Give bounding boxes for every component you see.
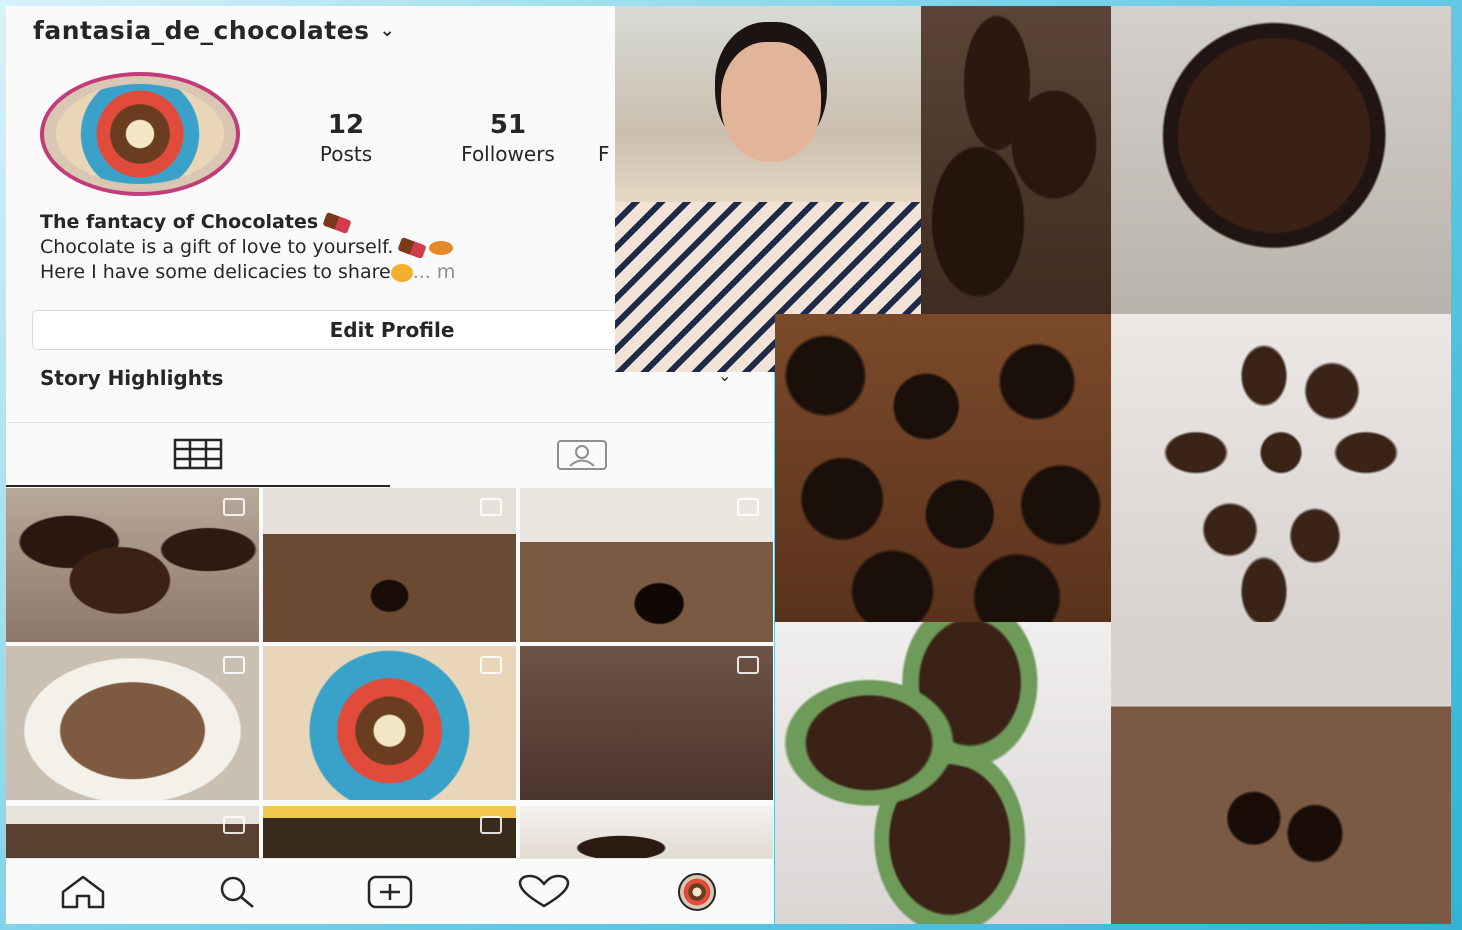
multiple-photos-icon [223, 816, 245, 834]
post-thumbnail[interactable] [6, 806, 259, 866]
chevron-down-icon: ⌄ [379, 20, 396, 41]
home-icon [61, 875, 105, 908]
profile-bio: The fantacy of Chocolates Chocolate is a… [40, 210, 630, 285]
multiple-photos-icon [480, 656, 502, 674]
search-icon [221, 876, 255, 908]
post-thumbnail[interactable] [263, 488, 516, 642]
portrait-face [721, 42, 821, 162]
post-thumbnail[interactable] [6, 646, 259, 800]
followers-label: Followers [461, 142, 555, 166]
donut-emoji-icon [429, 240, 454, 255]
donut-logo-image [56, 84, 224, 184]
post-grid-row-3 [6, 806, 774, 866]
tab-grid[interactable] [6, 423, 390, 487]
chocolate-emoji-icon [322, 211, 352, 234]
bio-line-2: Here I have some delicacies to share [40, 261, 391, 283]
username-switcher[interactable]: fantasia_de_chocolates ⌄ [33, 16, 395, 45]
bottom-navigation [6, 858, 774, 924]
post-thumbnail[interactable] [520, 806, 773, 866]
profile-tabs [6, 422, 774, 487]
post-grid [6, 488, 774, 800]
post-thumbnail[interactable] [263, 806, 516, 866]
bio-line-1: Chocolate is a gift of love to yourself. [40, 236, 394, 258]
bio-name: The fantacy of Chocolates [40, 211, 319, 233]
multiple-photos-icon [480, 816, 502, 834]
story-highlights-label: Story Highlights [40, 366, 224, 390]
chocolate-donuts-photo [775, 314, 1111, 622]
chocolate-cake-photo [1111, 622, 1451, 924]
plus-square-icon [367, 875, 413, 908]
posts-stat[interactable]: 12 Posts [302, 110, 390, 166]
avatar-icon [678, 872, 717, 911]
tagged-person-icon [557, 440, 607, 470]
profile-avatar[interactable] [40, 72, 240, 196]
multiple-photos-icon [737, 656, 759, 674]
multiple-photos-icon [480, 498, 502, 516]
multiple-photos-icon [223, 656, 245, 674]
heart-icon [518, 874, 569, 907]
nav-home[interactable] [53, 867, 113, 917]
nav-new-post[interactable] [360, 867, 420, 917]
nav-profile[interactable] [667, 867, 727, 917]
username: fantasia_de_chocolates [33, 16, 370, 45]
followers-count: 51 [489, 110, 527, 140]
heart-chocolates-plate-photo [1111, 314, 1451, 622]
nav-activity[interactable] [514, 867, 574, 917]
grid-icon [173, 438, 223, 470]
nav-search[interactable] [206, 867, 266, 917]
post-thumbnail[interactable] [520, 488, 773, 642]
chocolate-emoji-icon [397, 236, 428, 259]
followers-stat[interactable]: 51 Followers [438, 110, 578, 166]
posts-count: 12 [327, 110, 365, 140]
chocolate-hearts-photo [921, 6, 1111, 314]
post-thumbnail[interactable] [520, 646, 773, 800]
chocolate-muffins-photo [775, 622, 1111, 924]
post-thumbnail[interactable] [6, 488, 259, 642]
posts-label: Posts [319, 142, 373, 166]
multiple-photos-icon [737, 498, 759, 516]
post-thumbnail[interactable] [263, 646, 516, 800]
tab-tagged[interactable] [390, 423, 774, 487]
multiple-photos-icon [223, 498, 245, 516]
emoji-icon [390, 263, 413, 282]
bio-more-link[interactable]: ... m [413, 261, 456, 283]
chocolate-mousse-photo [1111, 6, 1451, 314]
